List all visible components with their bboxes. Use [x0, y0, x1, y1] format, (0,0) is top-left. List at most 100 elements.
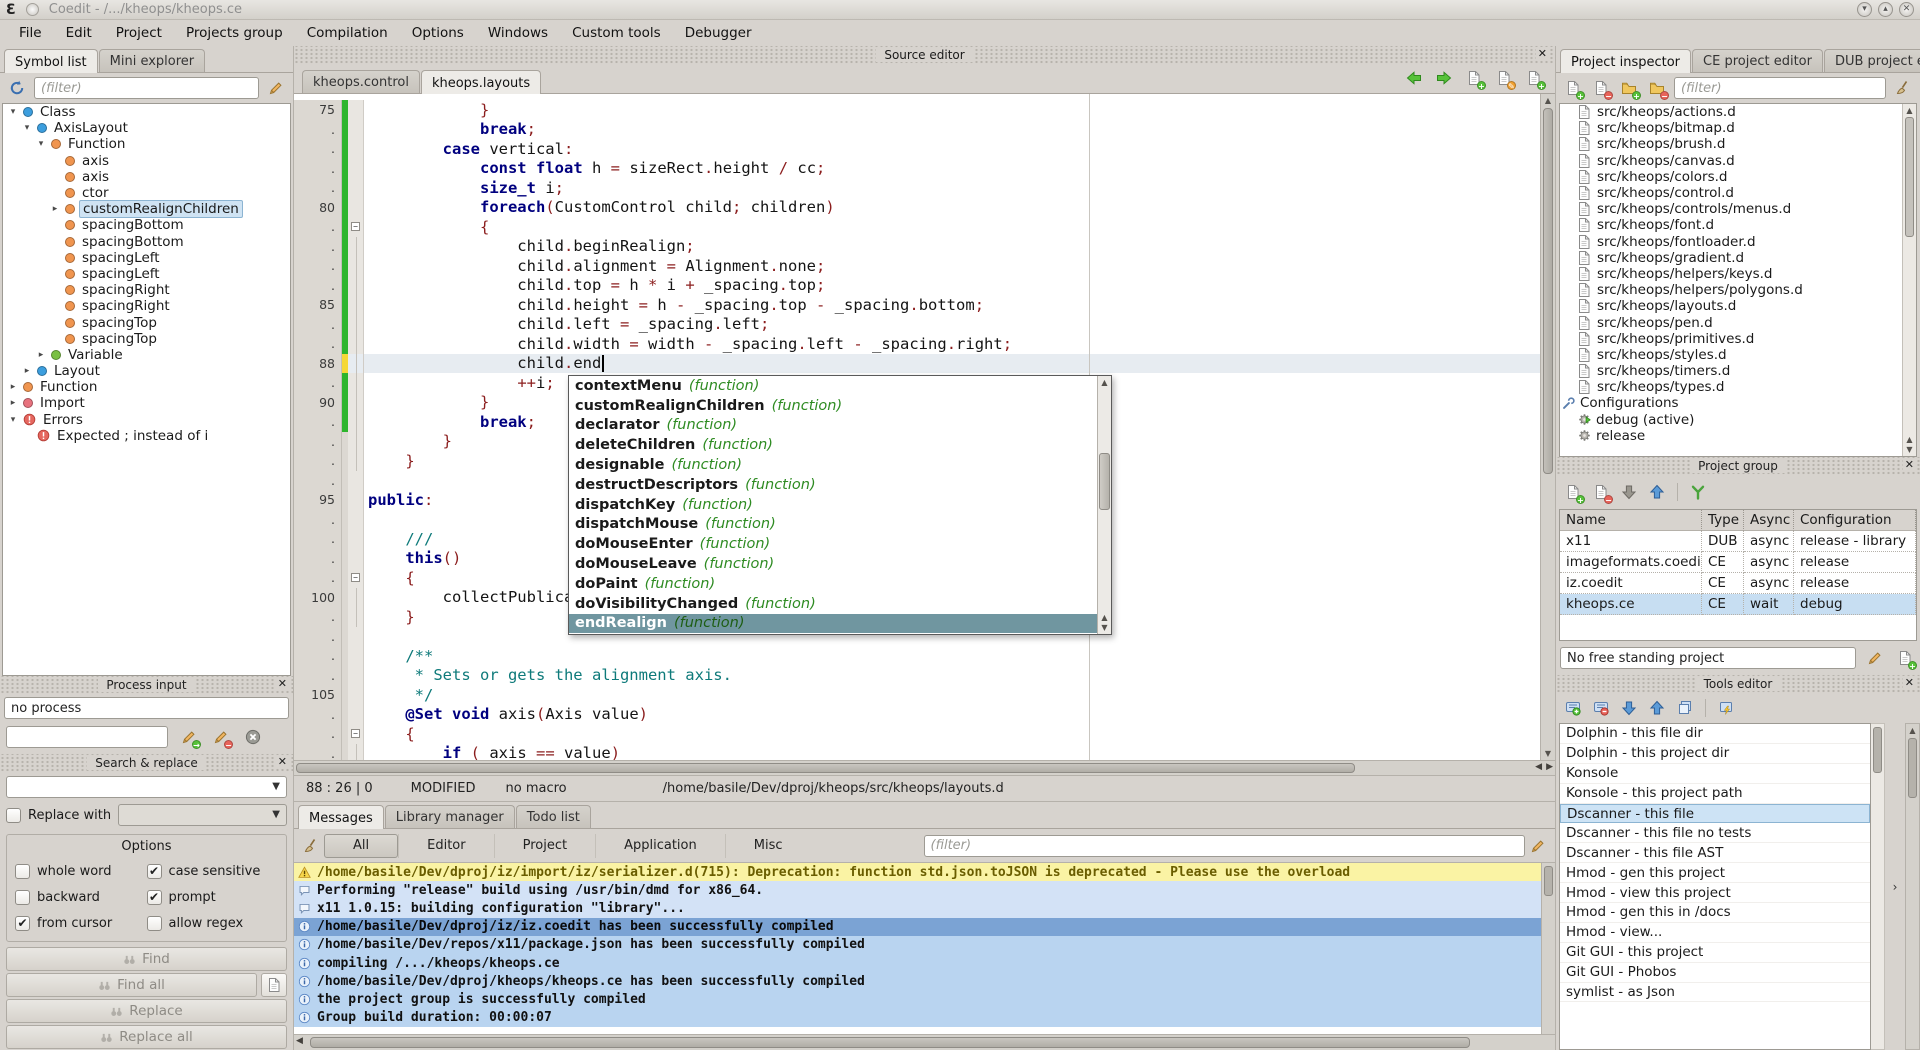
menu-custom-tools[interactable]: Custom tools: [561, 22, 672, 44]
completion-item[interactable]: endRealign(function): [569, 614, 1097, 634]
close-icon[interactable]: ✕: [1536, 47, 1549, 60]
send-input-close-icon[interactable]: −: [210, 726, 232, 748]
completion-item[interactable]: dispatchMouse(function): [569, 515, 1097, 535]
refresh-icon[interactable]: [6, 77, 28, 99]
messages-filter-input[interactable]: (filter): [924, 835, 1526, 857]
search-combo[interactable]: ▼: [6, 776, 287, 798]
file-tree-scrollbar[interactable]: ▲ ▲ ▼: [1902, 104, 1916, 456]
add-file-icon[interactable]: +: [1562, 77, 1584, 99]
project-file[interactable]: src/kheops/controls/menus.d: [1560, 201, 1916, 217]
symbol-tree-item[interactable]: axis: [3, 169, 290, 185]
menu-options[interactable]: Options: [401, 22, 475, 44]
remove-tool-icon[interactable]: [1590, 697, 1612, 719]
scroll-up-icon[interactable]: ▲: [1906, 726, 1919, 735]
menu-windows[interactable]: Windows: [477, 22, 559, 44]
project-group-row[interactable]: imageformats.coeditCEasyncrelease: [1560, 552, 1916, 573]
scroll-left-icon[interactable]: ◀: [1535, 762, 1542, 772]
scrollbar-thumb[interactable]: [310, 1037, 1470, 1048]
scroll-down-icon[interactable]: ▼: [1541, 749, 1555, 758]
expander-icon[interactable]: ▸: [35, 350, 47, 360]
messages-tab-library-manager[interactable]: Library manager: [385, 805, 515, 828]
project-file[interactable]: src/kheops/primitives.d: [1560, 331, 1916, 347]
project-file[interactable]: src/kheops/canvas.d: [1560, 153, 1916, 169]
project-file[interactable]: src/kheops/gradient.d: [1560, 250, 1916, 266]
tool-item[interactable]: Hmod - view...: [1560, 923, 1870, 943]
editor-vscrollbar[interactable]: ▲ ▼: [1540, 94, 1555, 760]
pen-icon[interactable]: [265, 77, 287, 99]
project-file[interactable]: src/kheops/bitmap.d: [1560, 120, 1916, 136]
expander-icon[interactable]: ▾: [21, 123, 33, 133]
expander-icon[interactable]: ▾: [7, 415, 19, 425]
symbol-tree-item[interactable]: ▸Import: [3, 395, 290, 411]
expander-icon[interactable]: ▾: [35, 139, 47, 149]
move-up-icon[interactable]: [1646, 697, 1668, 719]
scrollbar-thumb[interactable]: [1543, 108, 1553, 474]
scrollbar-thumb[interactable]: [1905, 117, 1914, 237]
symbol-tree-item[interactable]: spacingLeft: [3, 266, 290, 282]
messages-tab-todo-list[interactable]: Todo list: [516, 805, 591, 828]
editor-tab-kheops-layouts[interactable]: kheops.layouts: [421, 70, 541, 94]
message-row[interactable]: Group build duration: 00:00:07: [294, 1009, 1541, 1027]
tool-detail-vscrollbar[interactable]: ▲: [1905, 723, 1920, 1050]
message-row[interactable]: x11 1.0.15: building configuration "libr…: [294, 899, 1541, 917]
close-icon[interactable]: ✕: [276, 755, 289, 768]
code-editor[interactable]: 75 } . break; . case vertical: . const f…: [294, 94, 1555, 761]
completion-item[interactable]: dispatchKey(function): [569, 495, 1097, 515]
add-doc-icon[interactable]: +: [1894, 647, 1916, 669]
close-icon[interactable]: ✕: [1903, 458, 1916, 471]
completion-item[interactable]: doVisibilityChanged(function): [569, 594, 1097, 614]
symbol-tree-item[interactable]: spacingTop: [3, 314, 290, 330]
symbol-tree-item[interactable]: ▸Variable: [3, 347, 290, 363]
project-file[interactable]: src/kheops/colors.d: [1560, 169, 1916, 185]
replace-all-button[interactable]: Replace all: [6, 1025, 287, 1049]
tool-item[interactable]: Dolphin - this file dir: [1560, 724, 1870, 744]
add-project-icon[interactable]: +: [1562, 481, 1584, 503]
symbol-tree-item[interactable]: spacingBottom: [3, 234, 290, 250]
symbol-tree-item[interactable]: axis: [3, 153, 290, 169]
left-tab-symbol-list[interactable]: Symbol list: [4, 49, 98, 73]
right-tab-dub-project-editor[interactable]: DUB project editor: [1824, 49, 1920, 72]
project-file[interactable]: src/kheops/helpers/polygons.d: [1560, 282, 1916, 298]
symbol-tree-item[interactable]: spacingBottom: [3, 217, 290, 233]
fold-toggle-icon[interactable]: −: [351, 573, 360, 582]
scrollbar-thumb[interactable]: [296, 763, 1355, 773]
move-up-icon[interactable]: [1646, 481, 1668, 503]
tool-item[interactable]: Konsole - this project path: [1560, 784, 1870, 804]
completion-item[interactable]: doPaint(function): [569, 574, 1097, 594]
symbol-tree-item[interactable]: Expected ; instead of i: [3, 428, 290, 444]
project-group-row[interactable]: x11DUBasyncrelease - library: [1560, 531, 1916, 552]
expander-icon[interactable]: ▸: [7, 398, 19, 408]
close-icon[interactable]: ✕: [276, 677, 289, 690]
tool-item[interactable]: Dscanner - this file: [1560, 804, 1870, 824]
clear-filter-icon[interactable]: [1892, 77, 1914, 99]
checkbox[interactable]: ✔: [147, 890, 162, 905]
add-doc-icon[interactable]: +: [1523, 67, 1545, 89]
message-row[interactable]: /home/basile/Dev/dproj/iz/iz.coedit has …: [294, 918, 1541, 936]
tool-item[interactable]: Hmod - view this project: [1560, 883, 1870, 903]
project-group-row[interactable]: iz.coeditCEasyncrelease: [1560, 573, 1916, 594]
remove-folder-icon[interactable]: −: [1646, 77, 1668, 99]
filter-project-button[interactable]: Project: [494, 834, 595, 858]
minimize-button[interactable]: ▾: [1857, 2, 1872, 17]
menu-project[interactable]: Project: [105, 22, 173, 44]
new-doc-icon[interactable]: +: [1463, 67, 1485, 89]
tool-item[interactable]: Dolphin - this project dir: [1560, 744, 1870, 764]
scroll-left-icon[interactable]: ◀: [296, 1036, 303, 1046]
symbol-tree-item[interactable]: spacingRight: [3, 282, 290, 298]
filter-editor-button[interactable]: Editor: [398, 834, 493, 858]
right-tab-ce-project-editor[interactable]: CE project editor: [1692, 49, 1823, 72]
move-down-icon[interactable]: [1618, 697, 1640, 719]
find-all-button[interactable]: Find all: [6, 973, 257, 997]
symbol-tree-item[interactable]: spacingTop: [3, 331, 290, 347]
message-row[interactable]: the project group is successfully compil…: [294, 990, 1541, 1008]
menu-projects-group[interactable]: Projects group: [175, 22, 294, 44]
add-tool-icon[interactable]: [1562, 697, 1584, 719]
checkbox[interactable]: ✔: [147, 864, 162, 879]
tool-item[interactable]: Git GUI - this project: [1560, 943, 1870, 963]
completion-item[interactable]: customRealignChildren(function): [569, 396, 1097, 416]
scroll-up-icon[interactable]: ▲: [1098, 378, 1111, 387]
message-row[interactable]: compiling /.../kheops/kheops.ce: [294, 954, 1541, 972]
editor-hscrollbar[interactable]: ◀▶: [294, 761, 1555, 776]
scrollbar-thumb[interactable]: [1544, 866, 1553, 896]
replace-button[interactable]: Replace: [6, 999, 287, 1023]
